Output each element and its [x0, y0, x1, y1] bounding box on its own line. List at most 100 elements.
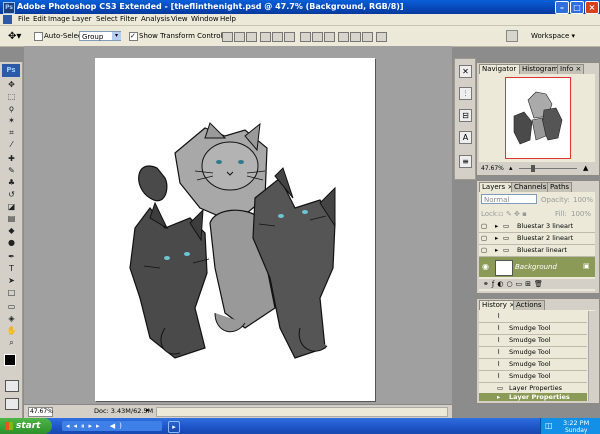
- type-tool-icon[interactable]: T: [6, 264, 17, 273]
- eraser-tool-icon[interactable]: ◪: [6, 202, 17, 211]
- eye-icon[interactable]: ◉: [482, 262, 489, 271]
- menu-image[interactable]: Image: [48, 15, 70, 23]
- lasso-tool-icon[interactable]: ϙ: [6, 104, 17, 113]
- auto-select-checkbox[interactable]: [34, 32, 43, 41]
- zoom-field[interactable]: 47.67%: [28, 407, 53, 417]
- media-player-icon[interactable]: ▸: [168, 421, 180, 433]
- healing-brush-icon[interactable]: ✚: [6, 154, 17, 163]
- clone-stamp-icon[interactable]: ♣: [6, 178, 17, 187]
- menu-analysis[interactable]: Analysis: [141, 15, 170, 23]
- status-menu-arrow-icon[interactable]: ▸: [146, 406, 150, 414]
- zoom-in-icon[interactable]: ▲: [583, 164, 588, 172]
- distribute-top-icon[interactable]: [300, 32, 311, 42]
- fill-value[interactable]: 100%: [571, 210, 591, 218]
- hand-tool-icon[interactable]: ✋: [6, 326, 17, 335]
- quick-launch-media-controls[interactable]: ◂◂⏸▸▸ ◀): [62, 421, 162, 431]
- lock-icons[interactable]: ▫ ✎ ✥ ▪: [499, 210, 527, 218]
- move-tool-icon[interactable]: ✥: [6, 80, 17, 89]
- canvas[interactable]: [95, 58, 375, 401]
- close-button[interactable]: ×: [585, 1, 599, 14]
- pen-tool-icon[interactable]: ✒: [6, 252, 17, 261]
- network-icon[interactable]: ◫: [545, 421, 553, 430]
- path-selection-icon[interactable]: ➤: [6, 276, 17, 285]
- chevron-down-icon[interactable]: ▾: [112, 32, 121, 40]
- menu-select[interactable]: Select: [96, 15, 118, 23]
- eyedropper-icon[interactable]: ⁄: [6, 140, 17, 149]
- align-bottom-icon[interactable]: [246, 32, 257, 42]
- visibility-icon[interactable]: ▢: [481, 221, 487, 232]
- expand-arrow-icon[interactable]: ▸: [495, 233, 498, 244]
- history-item[interactable]: ⌇ Smudge Tool: [479, 335, 587, 347]
- menu-file[interactable]: File: [18, 15, 30, 23]
- visibility-icon[interactable]: ▢: [481, 233, 487, 244]
- screen-mode-icon[interactable]: [5, 398, 19, 410]
- history-item[interactable]: ⌇ Smudge Tool: [479, 371, 587, 383]
- menu-filter[interactable]: Filter: [120, 15, 137, 23]
- zoom-out-icon[interactable]: ▴: [509, 164, 513, 172]
- menu-edit[interactable]: Edit: [33, 15, 47, 23]
- layer-row[interactable]: ▢ ▸ ▭ Bluestar lineart: [479, 245, 595, 257]
- blur-tool-icon[interactable]: ◆: [6, 226, 17, 235]
- clone-source-icon[interactable]: ⊟: [459, 109, 472, 122]
- dodge-tool-icon[interactable]: ●: [6, 238, 17, 247]
- history-item[interactable]: ⌇ Smudge Tool: [479, 359, 587, 371]
- menu-layer[interactable]: Layer: [72, 15, 92, 23]
- horizontal-scrollbar[interactable]: [156, 407, 448, 417]
- auto-align-icon[interactable]: [376, 32, 387, 42]
- start-button[interactable]: start: [0, 418, 52, 434]
- layer-row[interactable]: ▢ ▸ ▭ Bluestar 3 lineart: [479, 221, 595, 233]
- menu-help[interactable]: Help: [220, 15, 236, 23]
- tools-preset-icon[interactable]: ✕: [459, 65, 472, 78]
- brushes-icon[interactable]: ⫶: [459, 87, 472, 100]
- blend-mode-dropdown[interactable]: Normal: [481, 194, 537, 204]
- distribute-hcenter-icon[interactable]: [350, 32, 361, 42]
- quick-mask-icon[interactable]: [5, 380, 19, 392]
- move-tool-preset-icon[interactable]: ✥▾: [8, 31, 21, 42]
- maximize-button[interactable]: □: [570, 1, 584, 14]
- document-icon[interactable]: [3, 15, 12, 24]
- history-scrollbar[interactable]: [588, 311, 596, 401]
- tab-paths[interactable]: Paths: [547, 182, 573, 192]
- rectangle-tool-icon[interactable]: □: [6, 288, 17, 297]
- crop-tool-icon[interactable]: ⌗: [6, 128, 17, 137]
- align-left-icon[interactable]: [260, 32, 271, 42]
- notes-tool-icon[interactable]: ▭: [6, 302, 17, 311]
- menu-view[interactable]: View: [171, 15, 188, 23]
- history-item[interactable]: ⌇ Smudge Tool: [479, 347, 587, 359]
- expand-arrow-icon[interactable]: ▸: [495, 245, 498, 256]
- tab-actions[interactable]: Actions: [513, 300, 545, 310]
- visibility-icon[interactable]: ▢: [481, 245, 487, 256]
- zoom-tool-icon[interactable]: ⌕: [6, 338, 17, 347]
- gradient-tool-icon[interactable]: ▤: [6, 214, 17, 223]
- brush-tool-icon[interactable]: ✎: [6, 166, 17, 175]
- distribute-vcenter-icon[interactable]: [312, 32, 323, 42]
- layers-footer-buttons[interactable]: ⚭ƒ◐○▭⊞🗑: [479, 279, 595, 289]
- expand-arrow-icon[interactable]: ▸: [495, 221, 498, 232]
- tab-info[interactable]: Info ×: [557, 64, 585, 74]
- foreground-color-swatch[interactable]: [4, 354, 16, 366]
- bridge-icon[interactable]: [506, 30, 518, 42]
- distribute-bottom-icon[interactable]: [324, 32, 335, 42]
- align-top-icon[interactable]: [222, 32, 233, 42]
- workspace-button[interactable]: Workspace ▾: [531, 32, 575, 40]
- clock-time[interactable]: 3:22 PM: [563, 419, 589, 427]
- 3d-rotate-icon[interactable]: ◈: [6, 314, 17, 323]
- magic-wand-icon[interactable]: ✶: [6, 116, 17, 125]
- navigator-zoom-slider[interactable]: [519, 168, 577, 169]
- align-right-icon[interactable]: [284, 32, 295, 42]
- navigator-zoom-slider-thumb[interactable]: [531, 165, 535, 172]
- history-item[interactable]: ⌇: [479, 311, 587, 323]
- align-vcenter-icon[interactable]: [234, 32, 245, 42]
- history-item[interactable]: ⌇ Smudge Tool: [479, 323, 587, 335]
- photoshop-app-icon[interactable]: Ps: [3, 2, 15, 14]
- marquee-tool-icon[interactable]: ⬚: [6, 92, 17, 101]
- history-brush-icon[interactable]: ↺: [6, 190, 17, 199]
- history-item-selected[interactable]: ▸ Layer Properties: [479, 393, 587, 401]
- distribute-left-icon[interactable]: [338, 32, 349, 42]
- minimize-button[interactable]: –: [555, 1, 569, 14]
- tab-channels[interactable]: Channels: [511, 182, 550, 192]
- character-icon[interactable]: A: [459, 131, 472, 144]
- layer-row-selected[interactable]: ◉ Background ▣: [479, 257, 595, 277]
- opacity-value[interactable]: 100%: [573, 196, 593, 204]
- align-hcenter-icon[interactable]: [272, 32, 283, 42]
